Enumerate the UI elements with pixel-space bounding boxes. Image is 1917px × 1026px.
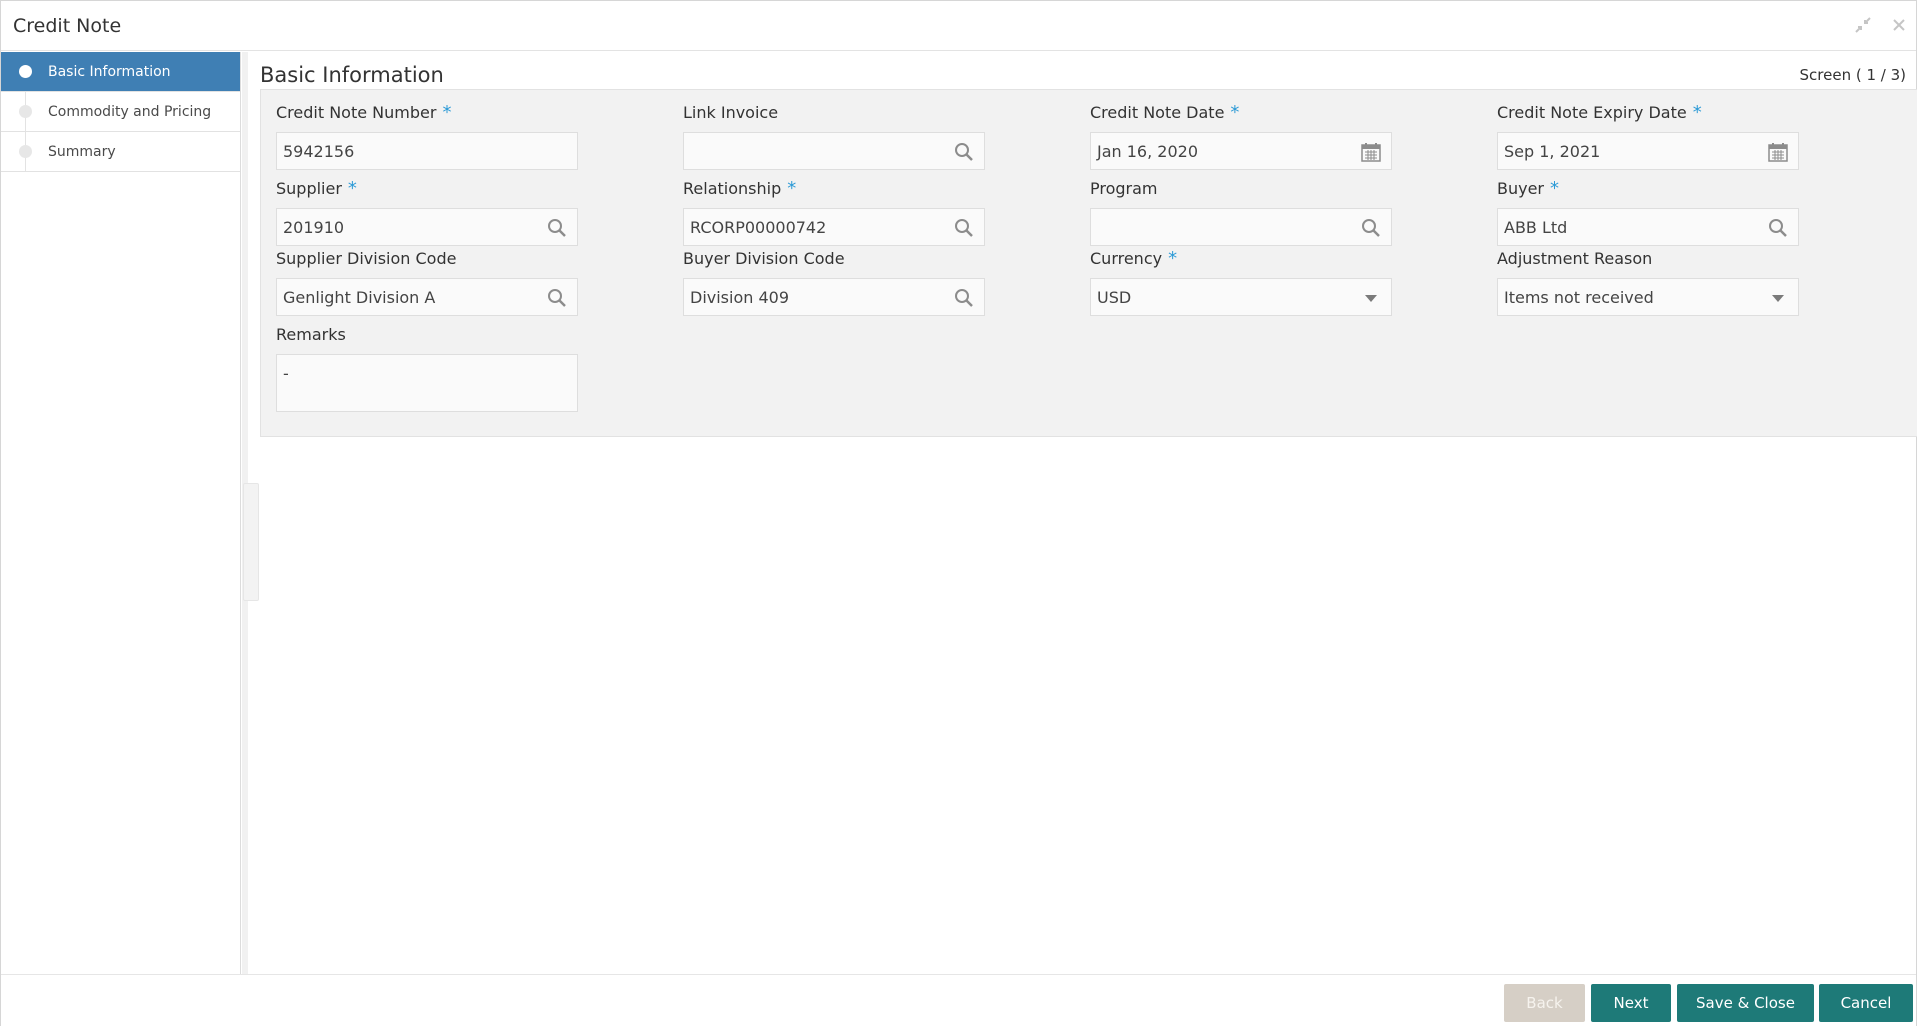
close-icon[interactable]: [1889, 15, 1909, 35]
step-indicator-icon: [19, 65, 32, 78]
search-icon[interactable]: [1768, 218, 1788, 238]
relationship-field: Relationship * RCORP00000742: [683, 178, 985, 246]
search-icon[interactable]: [547, 288, 567, 308]
chevron-down-icon[interactable]: [1768, 288, 1788, 308]
supplier-field: Supplier * 201910: [276, 178, 578, 246]
program-label: Program: [1090, 179, 1158, 198]
adjustment-reason-field: Adjustment Reason Items not received: [1497, 248, 1799, 316]
search-icon[interactable]: [954, 142, 974, 162]
remarks-label: Remarks: [276, 325, 346, 344]
calendar-icon[interactable]: [1768, 142, 1788, 162]
currency-select[interactable]: USD: [1090, 278, 1392, 316]
buyer-value: ABB Ltd: [1504, 218, 1568, 237]
footer-bar: Back Next Save & Close Cancel: [1, 974, 1916, 1026]
supplier-division-code-value: Genlight Division A: [283, 288, 436, 307]
supplier-input[interactable]: 201910: [276, 208, 578, 246]
required-marker: *: [787, 178, 797, 199]
buyer-input[interactable]: ABB Ltd: [1497, 208, 1799, 246]
required-marker: *: [1692, 102, 1702, 123]
supplier-division-code-field: Supplier Division Code Genlight Division…: [276, 248, 578, 316]
credit-note-number-input[interactable]: 5942156: [276, 132, 578, 170]
supplier-division-code-input[interactable]: Genlight Division A: [276, 278, 578, 316]
remarks-value: -: [283, 364, 289, 383]
sidebar-item-basic-information[interactable]: Basic Information: [1, 52, 240, 92]
relationship-value: RCORP00000742: [690, 218, 827, 237]
adjustment-reason-select[interactable]: Items not received: [1497, 278, 1799, 316]
credit-note-date-field: Credit Note Date * Jan 16, 2020: [1090, 102, 1392, 170]
basic-information-form: Credit Note Number * 5942156 Link Invoice…: [260, 89, 1917, 437]
search-icon[interactable]: [954, 288, 974, 308]
required-marker: *: [442, 102, 452, 123]
step-indicator-icon: [19, 105, 32, 118]
required-marker: *: [1230, 102, 1240, 123]
splitter-handle[interactable]: [243, 483, 259, 601]
search-icon[interactable]: [1361, 218, 1381, 238]
link-invoice-label: Link Invoice: [683, 103, 779, 122]
sidebar-item-label: Commodity and Pricing: [48, 104, 212, 120]
wizard-sidebar: Basic Information Commodity and Pricing …: [1, 52, 241, 974]
supplier-division-code-label: Supplier Division Code: [276, 249, 457, 268]
back-button[interactable]: Back: [1504, 984, 1585, 1022]
credit-note-expiry-date-value: Sep 1, 2021: [1504, 142, 1601, 161]
supplier-value: 201910: [283, 218, 345, 237]
adjustment-reason-value: Items not received: [1504, 288, 1654, 307]
sidebar-item-commodity-and-pricing[interactable]: Commodity and Pricing: [1, 92, 240, 132]
buyer-division-code-field: Buyer Division Code Division 409: [683, 248, 985, 316]
currency-label: Currency: [1090, 249, 1163, 268]
save-close-button[interactable]: Save & Close: [1677, 984, 1814, 1022]
window-title: Credit Note: [13, 15, 122, 37]
credit-note-expiry-date-input[interactable]: Sep 1, 2021: [1497, 132, 1799, 170]
program-field: Program: [1090, 178, 1392, 246]
link-invoice-field: Link Invoice: [683, 102, 985, 170]
relationship-input[interactable]: RCORP00000742: [683, 208, 985, 246]
credit-note-date-label: Credit Note Date: [1090, 103, 1225, 122]
search-icon[interactable]: [954, 218, 974, 238]
chevron-down-icon[interactable]: [1361, 288, 1381, 308]
credit-note-number-label: Credit Note Number: [276, 103, 437, 122]
buyer-field: Buyer * ABB Ltd: [1497, 178, 1799, 246]
sidebar-item-label: Basic Information: [48, 64, 171, 80]
adjustment-reason-label: Adjustment Reason: [1497, 249, 1653, 268]
buyer-division-code-label: Buyer Division Code: [683, 249, 845, 268]
currency-value: USD: [1097, 288, 1132, 307]
step-indicator-icon: [19, 145, 32, 158]
sidebar-item-summary[interactable]: Summary: [1, 132, 240, 172]
credit-note-number-field: Credit Note Number * 5942156: [276, 102, 578, 170]
search-icon[interactable]: [547, 218, 567, 238]
credit-note-expiry-date-label: Credit Note Expiry Date: [1497, 103, 1687, 122]
credit-note-window: Credit Note Basic Information Commodity …: [0, 0, 1917, 1026]
credit-note-date-input[interactable]: Jan 16, 2020: [1090, 132, 1392, 170]
page-title: Basic Information: [260, 63, 444, 87]
minimize-icon[interactable]: [1853, 15, 1873, 35]
link-invoice-input[interactable]: [683, 132, 985, 170]
required-marker: *: [347, 178, 357, 199]
credit-note-date-value: Jan 16, 2020: [1097, 142, 1198, 161]
required-marker: *: [1168, 248, 1178, 269]
currency-field: Currency * USD: [1090, 248, 1392, 316]
buyer-division-code-input[interactable]: Division 409: [683, 278, 985, 316]
sidebar-item-label: Summary: [48, 144, 116, 160]
cancel-button[interactable]: Cancel: [1819, 984, 1913, 1022]
screen-indicator: Screen ( 1 / 3): [1799, 66, 1907, 84]
title-bar: Credit Note: [1, 1, 1916, 51]
buyer-division-code-value: Division 409: [690, 288, 790, 307]
next-button[interactable]: Next: [1591, 984, 1671, 1022]
buyer-label: Buyer: [1497, 179, 1545, 198]
calendar-icon[interactable]: [1361, 142, 1381, 162]
supplier-label: Supplier: [276, 179, 342, 198]
credit-note-number-value: 5942156: [283, 142, 355, 161]
required-marker: *: [1550, 178, 1560, 199]
program-input[interactable]: [1090, 208, 1392, 246]
remarks-field: Remarks -: [276, 324, 578, 412]
credit-note-expiry-date-field: Credit Note Expiry Date * Sep 1, 2021: [1497, 102, 1799, 170]
relationship-label: Relationship: [683, 179, 782, 198]
remarks-textarea[interactable]: -: [276, 354, 578, 412]
